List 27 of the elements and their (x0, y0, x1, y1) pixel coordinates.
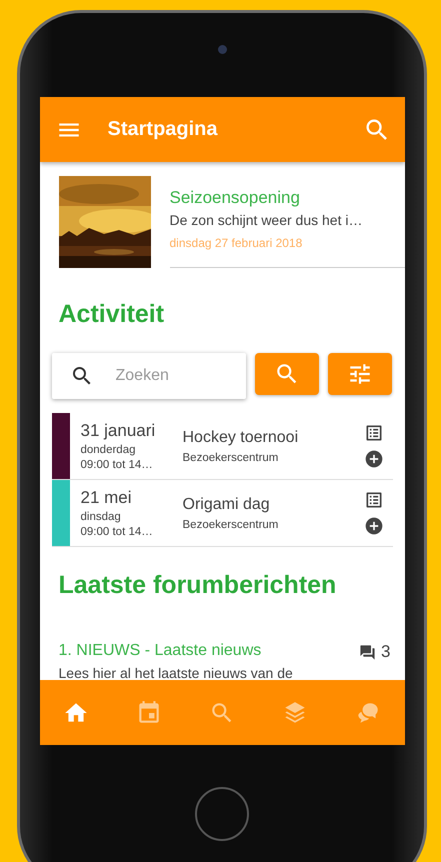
event-weekday: dinsdag (80, 511, 122, 523)
list-icon[interactable] (364, 490, 384, 510)
news-excerpt: De zon schijnt weer dus het i… (170, 212, 364, 228)
event-title[interactable]: Origami dag (182, 496, 354, 514)
event-date: 31 januari (80, 421, 156, 441)
comment-count: 3 (381, 642, 390, 662)
event-date: 21 mei (80, 488, 133, 508)
event-weekday: donderdag (80, 444, 136, 456)
event-time: 09:00 tot 14… (80, 526, 154, 538)
home-button[interactable] (195, 787, 249, 841)
event-location: Bezoekerscentrum (182, 452, 280, 464)
list-icon[interactable] (364, 423, 384, 443)
event-time: 09:00 tot 14… (80, 459, 154, 471)
news-date: dinsdag 27 februari 2018 (170, 236, 304, 250)
comments-icon (359, 644, 376, 660)
search-button[interactable] (254, 353, 318, 395)
page-title: Startpagina (108, 118, 219, 141)
topic-excerpt: Lees hier al het laatste nieuws van de (58, 665, 294, 680)
add-icon[interactable] (364, 516, 384, 536)
filter-button[interactable] (328, 353, 392, 395)
camera-icon (218, 44, 226, 54)
search-field[interactable]: Zoeken (52, 353, 246, 399)
event-title[interactable]: Hockey toernooi (182, 428, 354, 446)
section-heading: Laatste forumberichten (58, 571, 338, 600)
event-location: Bezoekerscentrum (182, 518, 280, 530)
add-icon[interactable] (364, 449, 384, 469)
section-heading: Activiteit (58, 300, 166, 329)
